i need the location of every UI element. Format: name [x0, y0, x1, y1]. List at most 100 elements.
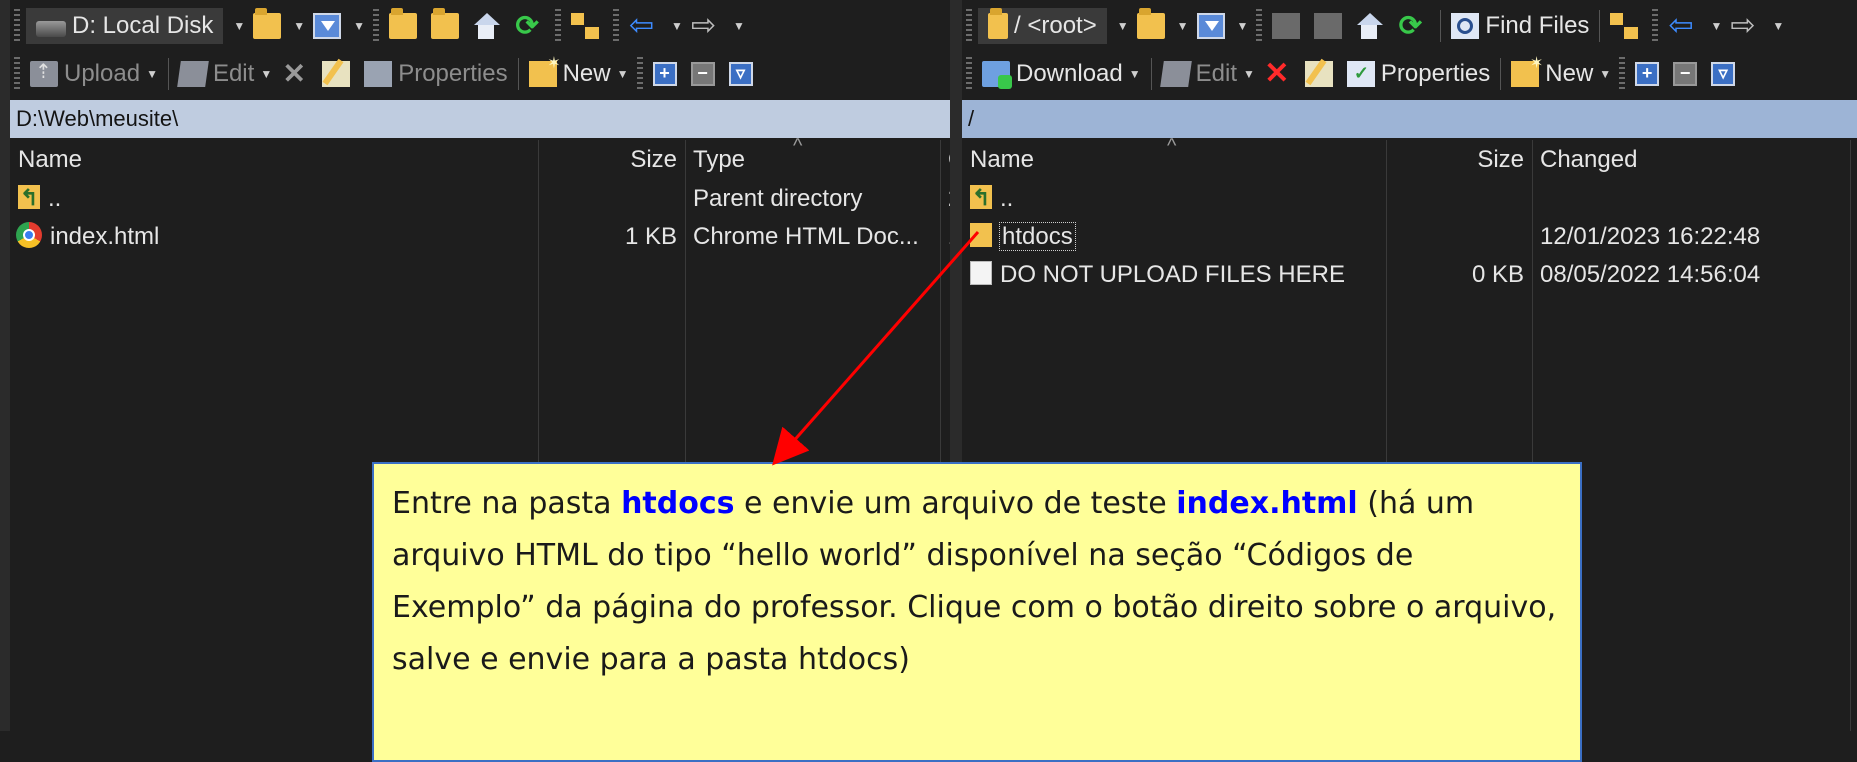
- refresh-icon: ⟳: [515, 10, 539, 41]
- column-headers: Name ^ Size Changed: [962, 135, 1857, 180]
- download-button[interactable]: Download ▼: [978, 54, 1145, 94]
- column-header-changed[interactable]: Changed: [1532, 140, 1850, 180]
- properties-label: Properties: [398, 60, 508, 87]
- file-name-cell: index.html: [10, 218, 538, 256]
- filter-select-button[interactable]: ▿: [1707, 54, 1745, 94]
- file-row-parent[interactable]: .. Parent directory 2: [10, 180, 950, 218]
- column-header-size[interactable]: Size: [538, 140, 685, 180]
- root-directory-button[interactable]: [1310, 6, 1352, 46]
- chevron-down-icon: ▼: [353, 19, 366, 33]
- chevron-down-icon: ▼: [146, 67, 158, 81]
- properties-button[interactable]: Properties: [1343, 54, 1494, 94]
- column-header-type[interactable]: Type ^: [685, 135, 940, 180]
- delete-icon: ✕: [282, 58, 306, 89]
- filter-check-icon: ▿: [728, 62, 753, 86]
- chevron-down-icon: ▼: [1128, 67, 1141, 81]
- remote-path-selector[interactable]: / <root>: [978, 8, 1107, 44]
- column-header-changed[interactable]: C: [940, 140, 950, 180]
- local-path-bar[interactable]: D:\Web\meusite\: [10, 100, 950, 138]
- parent-folder-icon: [970, 180, 992, 217]
- file-row-parent[interactable]: ..: [962, 180, 1857, 218]
- toolbar-grip[interactable]: [373, 9, 380, 43]
- chevron-down-icon: ▼: [260, 67, 273, 81]
- edit-button[interactable]: Edit ▼: [1158, 54, 1259, 94]
- forward-button[interactable]: ⇨ ▼: [1726, 6, 1788, 46]
- delete-button[interactable]: ✕: [276, 54, 318, 94]
- file-changed: 2: [940, 180, 950, 218]
- toolbar-grip[interactable]: [1619, 57, 1626, 91]
- folder-open-icon: [1136, 8, 1165, 39]
- callout-text: e envie um arquivo de teste: [734, 486, 1177, 521]
- parent-folder-icon: [389, 8, 418, 39]
- edit-button[interactable]: Edit ▼: [175, 54, 276, 94]
- toolbar-grip[interactable]: [613, 9, 620, 43]
- forward-arrow-icon: ⇨: [690, 9, 717, 42]
- unselect-all-button[interactable]: −: [1669, 54, 1707, 94]
- file-changed: 08/05/2022 14:56:04: [1540, 261, 1761, 288]
- drive-dropdown-button[interactable]: ▼: [223, 6, 249, 46]
- refresh-button[interactable]: ⟳: [1392, 6, 1434, 46]
- remote-path-bar[interactable]: /: [962, 100, 1857, 138]
- remote-toolbar-actions: Download ▼ Edit ▼ ✕ Properties New ▼ + − ▿: [962, 50, 1857, 98]
- toolbar-grip[interactable]: [1256, 9, 1263, 43]
- column-header-name[interactable]: Name: [10, 140, 538, 180]
- new-button[interactable]: New ▼: [525, 53, 633, 94]
- delete-button[interactable]: ✕: [1259, 54, 1301, 94]
- parent-directory-button[interactable]: [385, 6, 427, 46]
- rename-button[interactable]: [318, 54, 360, 94]
- column-header-name-label: Name: [970, 146, 1035, 173]
- parent-directory-button[interactable]: [1268, 6, 1310, 46]
- home-button[interactable]: [1352, 6, 1392, 46]
- chevron-down-icon: ▼: [616, 67, 629, 81]
- home-button[interactable]: [469, 6, 509, 46]
- toolbar-separator: [517, 58, 519, 90]
- toolbar-grip[interactable]: [966, 9, 972, 43]
- chrome-icon: [16, 221, 42, 248]
- forward-button[interactable]: ⇨ ▼: [687, 6, 749, 46]
- toolbar-grip[interactable]: [14, 57, 20, 91]
- file-row-index-html[interactable]: index.html 1 KB Chrome HTML Doc... 1: [10, 218, 950, 256]
- new-button[interactable]: New ▼: [1507, 53, 1615, 94]
- toolbar-grip[interactable]: [14, 9, 20, 43]
- properties-button[interactable]: Properties: [360, 54, 511, 94]
- unselect-all-button[interactable]: −: [687, 54, 725, 94]
- back-button[interactable]: ⇦ ▼: [1664, 6, 1726, 46]
- tree-toggle-button[interactable]: [567, 6, 609, 46]
- toolbar-separator: [167, 58, 169, 90]
- select-all-button[interactable]: +: [649, 54, 687, 94]
- column-header-name[interactable]: Name ^: [962, 135, 1386, 180]
- back-button[interactable]: ⇦ ▼: [625, 6, 687, 46]
- rename-button[interactable]: [1301, 54, 1343, 94]
- home-icon: [473, 13, 501, 39]
- filter-button[interactable]: ▼: [1193, 6, 1253, 46]
- home-icon: [1356, 13, 1384, 39]
- file-row-do-not-upload[interactable]: DO NOT UPLOAD FILES HERE 0 KB 08/05/2022…: [962, 256, 1857, 294]
- drive-label: D: Local Disk: [72, 12, 214, 39]
- chevron-down-icon: ▼: [1772, 19, 1785, 33]
- root-directory-button[interactable]: [427, 6, 469, 46]
- toolbar-grip[interactable]: [555, 9, 562, 43]
- open-directory-button[interactable]: ▼: [249, 6, 309, 46]
- toolbar-grip[interactable]: [1652, 9, 1659, 43]
- toolbar-grip[interactable]: [636, 57, 643, 91]
- path-dropdown-button[interactable]: ▼: [1107, 6, 1133, 46]
- download-icon: [982, 61, 1012, 89]
- toolbar-separator: [1500, 58, 1502, 90]
- refresh-button[interactable]: ⟳: [509, 6, 551, 46]
- tree-toggle-button[interactable]: [1606, 6, 1648, 46]
- toolbar-grip[interactable]: [966, 57, 972, 91]
- filter-button[interactable]: ▼: [309, 6, 369, 46]
- select-all-button[interactable]: +: [1631, 54, 1669, 94]
- file-changed: 12/01/2023 16:22:48: [1540, 223, 1761, 250]
- file-row-htdocs[interactable]: htdocs 12/01/2023 16:22:48: [962, 218, 1857, 256]
- filter-icon: [313, 13, 342, 39]
- find-files-label: Find Files: [1485, 12, 1590, 39]
- open-directory-button[interactable]: ▼: [1133, 6, 1193, 46]
- edit-label: Edit: [1195, 60, 1237, 87]
- upload-button[interactable]: Upload ▼: [26, 54, 162, 94]
- find-files-button[interactable]: Find Files: [1447, 6, 1593, 46]
- drive-selector[interactable]: D: Local Disk: [26, 8, 224, 44]
- column-header-size[interactable]: Size: [1386, 140, 1532, 180]
- filter-select-button[interactable]: ▿: [725, 54, 763, 94]
- toolbar-separator: [1599, 10, 1601, 42]
